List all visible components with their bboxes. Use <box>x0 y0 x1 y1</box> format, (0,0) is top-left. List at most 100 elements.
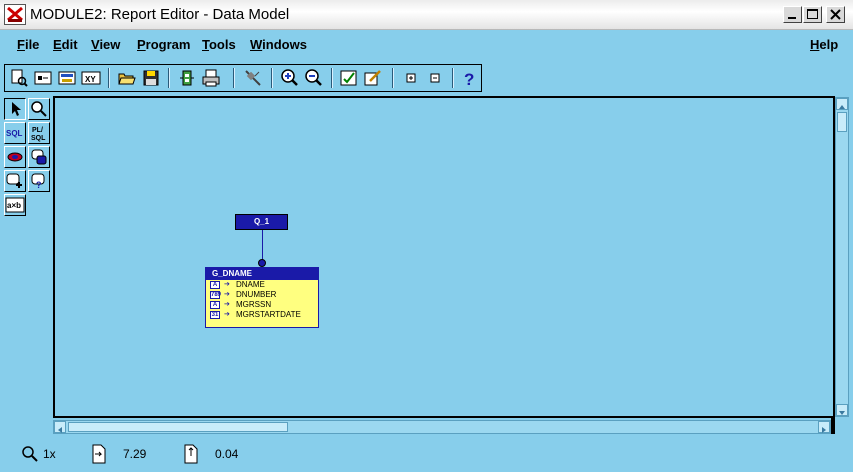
open-folder-icon[interactable] <box>117 68 137 88</box>
cross-product-label: a×b <box>7 201 21 210</box>
horizontal-scroll-thumb[interactable] <box>68 422 288 432</box>
text-column-icon: A <box>210 281 220 289</box>
window-title: MODULE2: Report Editor - Data Model <box>30 6 290 23</box>
sql-tool-label: SQL <box>6 129 23 138</box>
scroll-right-icon[interactable] <box>818 421 830 433</box>
summary-icon <box>31 149 47 165</box>
status-bar: 1x 7.29 0.04 <box>0 436 853 472</box>
group-name: G_DNAME <box>206 268 318 280</box>
arrow-pointer-icon <box>12 102 21 116</box>
scroll-up-icon[interactable] <box>836 98 848 110</box>
menu-help[interactable]: Help <box>810 37 838 52</box>
svg-text:?: ? <box>36 180 42 190</box>
svg-text:XY: XY <box>85 75 96 84</box>
minimize-icon[interactable] <box>783 6 802 23</box>
data-model-canvas[interactable] <box>53 96 835 418</box>
horizontal-scrollbar[interactable] <box>53 420 831 434</box>
vertical-position-icon <box>182 444 200 464</box>
toolbar-separator <box>331 68 333 88</box>
record-preview-icon[interactable] <box>57 68 77 88</box>
expand-icon[interactable] <box>401 68 421 88</box>
plsql-tool[interactable]: PL/SQL <box>28 122 50 144</box>
toolbar-separator <box>392 68 394 88</box>
placeholder-tool[interactable]: ? <box>28 170 50 192</box>
sql-icon: SQL <box>6 129 23 138</box>
query-object[interactable]: Q_1 <box>235 214 288 230</box>
toolbar-separator <box>271 68 273 88</box>
run-icon[interactable] <box>177 68 197 88</box>
link-tool[interactable] <box>4 146 26 168</box>
query-group-connector <box>262 230 263 262</box>
zoom-out-icon[interactable] <box>303 68 323 88</box>
magnify-icon <box>31 101 47 117</box>
xy-icon[interactable]: XY <box>81 68 101 88</box>
title-bar: MODULE2: Report Editor - Data Model <box>0 0 853 30</box>
menu-tools[interactable]: Tools <box>202 37 236 52</box>
select-tool[interactable] <box>4 98 26 120</box>
zoom-in-icon[interactable] <box>279 68 299 88</box>
tool-palette: SQL PL/SQL ? a×b <box>4 98 54 218</box>
maximize-icon[interactable] <box>803 6 822 23</box>
group-object[interactable]: G_DNAME A ➔ DNAME 789 ➔ DNUMBER A ➔ MGRS… <box>205 267 319 328</box>
svg-text:?: ? <box>464 70 474 88</box>
cross-product-icon: a×b <box>5 197 25 213</box>
help-icon[interactable]: ? <box>459 68 479 88</box>
record-icon[interactable] <box>33 68 53 88</box>
checklist-icon[interactable] <box>339 68 359 88</box>
formula-tool[interactable] <box>4 170 26 192</box>
date-column-icon: 31 <box>210 311 220 319</box>
zoom-status-icon <box>20 444 40 464</box>
column-name: DNUMBER <box>236 290 277 299</box>
close-icon[interactable] <box>826 6 845 23</box>
connector-dot <box>258 259 266 267</box>
zoom-level: 1x <box>43 447 56 461</box>
vertical-scroll-thumb[interactable] <box>837 112 847 132</box>
toolbar-separator <box>452 68 454 88</box>
scroll-down-icon[interactable] <box>836 404 848 416</box>
summary-tool[interactable] <box>28 146 50 168</box>
menu-view[interactable]: View <box>91 37 120 52</box>
cross-product-tool[interactable]: a×b <box>4 194 26 216</box>
magnify-tool[interactable] <box>28 98 50 120</box>
formula-icon <box>6 173 22 188</box>
arrow-right-icon: ➔ <box>224 311 230 318</box>
toolbar-separator <box>233 68 235 88</box>
group-column[interactable]: 789 ➔ DNUMBER <box>206 290 318 300</box>
menu-bar: File Edit View Program Tools Windows Hel… <box>0 31 853 59</box>
horizontal-position-icon <box>90 444 108 464</box>
svg-text:SQL: SQL <box>31 135 46 142</box>
save-icon[interactable] <box>141 68 161 88</box>
print-icon[interactable] <box>201 68 221 88</box>
text-column-icon: A <box>210 301 220 309</box>
scroll-left-icon[interactable] <box>54 421 66 433</box>
arrow-right-icon: ➔ <box>224 281 230 288</box>
svg-text:PL/: PL/ <box>32 127 43 134</box>
menu-file[interactable]: File <box>17 37 39 52</box>
plug-icon[interactable] <box>243 68 263 88</box>
arrow-right-icon: ➔ <box>224 291 230 298</box>
menu-program[interactable]: Program <box>137 37 190 52</box>
main-toolbar: XY ? <box>4 64 482 92</box>
edit-pen-icon[interactable] <box>363 68 383 88</box>
scrollbar-corner <box>831 418 835 434</box>
position-x: 7.29 <box>123 447 147 461</box>
number-column-icon: 789 <box>210 291 222 299</box>
group-column[interactable]: 31 ➔ MGRSTARTDATE <box>206 310 318 320</box>
menu-windows[interactable]: Windows <box>250 37 307 52</box>
position-y: 0.04 <box>215 447 239 461</box>
vertical-scrollbar[interactable] <box>835 97 849 417</box>
group-column[interactable]: A ➔ DNAME <box>206 280 318 290</box>
group-column[interactable]: A ➔ MGRSSN <box>206 300 318 310</box>
report-preview-icon[interactable] <box>9 68 29 88</box>
column-name: MGRSSN <box>236 300 272 309</box>
toolbar-separator <box>108 68 110 88</box>
toolbar-separator <box>168 68 170 88</box>
link-icon <box>7 152 23 162</box>
menu-edit[interactable]: Edit <box>53 37 78 52</box>
collapse-icon[interactable] <box>425 68 445 88</box>
report-editor-icon[interactable] <box>4 4 26 25</box>
plsql-icon: PL/SQL <box>31 127 46 142</box>
column-name: DNAME <box>236 280 265 289</box>
sql-query-tool[interactable]: SQL <box>4 122 26 144</box>
column-name: MGRSTARTDATE <box>236 310 301 319</box>
